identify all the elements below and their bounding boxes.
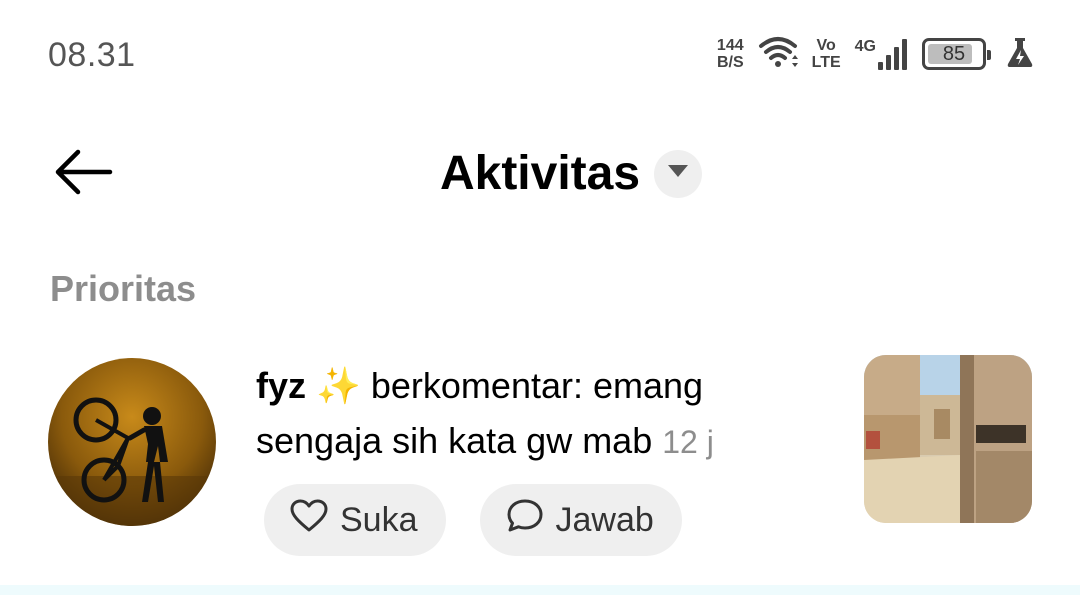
wifi-icon xyxy=(758,35,798,74)
status-bar: 08.31 144 B/S Vo LTE 4G 85 xyxy=(0,0,1080,110)
volte-indicator: Vo LTE xyxy=(812,37,841,71)
heart-icon xyxy=(290,499,328,542)
like-button-label: Suka xyxy=(340,500,418,539)
title-selector[interactable]: Aktivitas xyxy=(0,146,1080,201)
chevron-down-icon xyxy=(667,164,689,183)
network-speed: 144 B/S xyxy=(717,37,744,71)
like-button[interactable]: Suka xyxy=(264,484,446,556)
network-speed-value: 144 xyxy=(716,37,744,54)
sparkles-emoji: ✨ xyxy=(316,365,361,406)
reply-button-label: Jawab xyxy=(555,500,654,539)
post-thumbnail[interactable] xyxy=(864,355,1032,523)
battery-percent: 85 xyxy=(942,42,966,65)
volte-top: Vo xyxy=(816,37,836,54)
speech-bubble-icon xyxy=(506,498,544,543)
notification-username[interactable]: fyz xyxy=(256,365,306,406)
notification-timestamp: 12 j xyxy=(662,424,714,460)
battery-icon: 85 xyxy=(922,38,991,70)
signal-icon: 4G xyxy=(855,38,908,70)
notification-actions: Suka Jawab xyxy=(264,484,682,556)
status-time: 08.31 xyxy=(48,36,136,74)
next-item-preview xyxy=(0,585,1080,595)
network-type: 4G xyxy=(854,38,876,55)
section-label: Prioritas xyxy=(50,268,197,309)
network-speed-unit: B/S xyxy=(716,54,744,71)
notification-text[interactable]: fyz ✨ berkomentar: emang sengaja sih kat… xyxy=(256,358,816,470)
page-title: Aktivitas xyxy=(439,147,641,200)
volte-bottom: LTE xyxy=(811,54,841,71)
reply-button[interactable]: Jawab xyxy=(479,484,682,556)
battery-saver-icon xyxy=(1006,36,1034,73)
title-dropdown-button[interactable] xyxy=(654,149,703,198)
status-icons: 144 B/S Vo LTE 4G 85 xyxy=(717,34,1034,74)
avatar[interactable] xyxy=(48,358,216,526)
